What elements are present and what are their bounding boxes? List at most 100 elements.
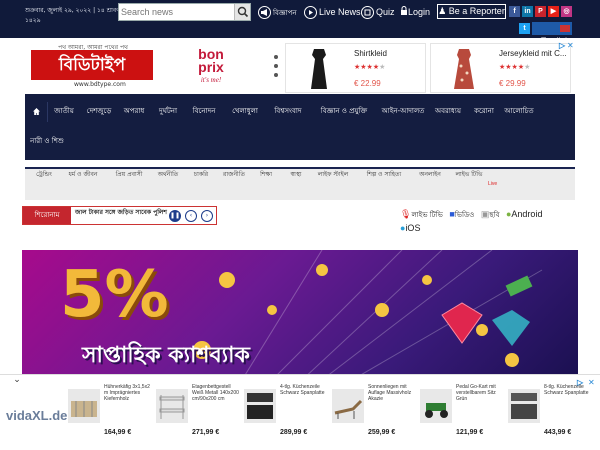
carousel-dot[interactable] [274, 55, 278, 59]
ad-product[interactable]: 4-tlg. Küchenzeile Schwarz Spanplatte 28… [242, 381, 329, 443]
be-a-reporter-button[interactable]: ♟ Be a Reporter [437, 4, 506, 19]
banner-percent: 5% [60, 258, 169, 332]
reporter-label: Be a Reporter [448, 6, 505, 16]
site-logo[interactable]: বিডিটাইপ [31, 50, 153, 80]
nav2-item[interactable]: চাকরি [189, 169, 213, 200]
product-image [508, 389, 540, 423]
search-box[interactable] [118, 3, 251, 21]
flag-icon [560, 25, 570, 33]
search-input[interactable] [121, 5, 233, 19]
nav-item[interactable]: করোনা [469, 94, 499, 128]
android-link[interactable]: ●Android [506, 209, 542, 219]
nav-item[interactable]: দুর্ঘটনা [151, 94, 185, 128]
ad-product-price: 289,99 € [280, 429, 308, 436]
nav2-item[interactable]: লাইভ টিভি [451, 169, 487, 200]
nav-item[interactable]: বিনোদন [187, 94, 221, 128]
ad-product[interactable]: Pedal Go-Kart mit verstellbarem Sitz Grü… [418, 381, 505, 443]
ad-product[interactable]: Etagenbettgestell Weiß Metall 140x200 cm… [154, 381, 241, 443]
youtube-icon[interactable]: ▶ [548, 6, 559, 17]
next-button[interactable]: › [201, 210, 213, 222]
nav-item[interactable]: বিজ্ঞান ও প্রযুক্তি [311, 94, 377, 128]
nav-divider [47, 102, 48, 122]
top-bar: শুক্রবার, জুলাই ২৯, ২০২২ | ১৪ শ্রাবণ ১৪২… [0, 0, 600, 46]
nav-item[interactable]: দেশজুড়ে [81, 94, 117, 128]
secondary-nav: ট্রেন্ডিং ধর্ম ও জীবন প্রিয় প্রবাসী অর্… [25, 167, 575, 200]
instagram-icon[interactable]: ◎ [561, 6, 572, 17]
pause-icon: ❚❚ [170, 212, 181, 219]
facebook-icon[interactable]: f [509, 6, 520, 17]
pinterest-icon[interactable]: P [535, 6, 546, 17]
ios-link[interactable]: ●iOS [400, 223, 420, 233]
photo-link[interactable]: ▣ছবি [481, 209, 500, 219]
nav2-item[interactable]: শিল্প ও সাহিত্য [359, 169, 409, 200]
nav2-item[interactable]: ট্রেন্ডিং [29, 169, 59, 200]
banner-title: সাপ্তাহিক ক্যাশব্যাক [82, 343, 250, 368]
headline-label: শিরোনাম [23, 207, 71, 224]
ad-product[interactable]: Hühnerkäfig 3x1,5x2 m Imprägniertes Kief… [66, 381, 153, 443]
live-news-link[interactable]: Live News [304, 4, 361, 20]
ad-product-name: Hühnerkäfig 3x1,5x2 m Imprägniertes Kief… [104, 384, 150, 402]
product-price: € 22.99 [354, 79, 381, 88]
microphone-icon: 🎙︎ [400, 209, 412, 219]
live-tv-link[interactable]: 🎙︎লাইভ টিভি [400, 209, 443, 219]
video-label: ভিডিও [454, 211, 475, 219]
ad-product-name: Pedal Go-Kart mit verstellbarem Sitz Grü… [456, 384, 496, 402]
nav-item[interactable]: জাতীয় [49, 94, 79, 128]
ad-product-price: 443,99 € [544, 429, 572, 436]
media-links: 🎙︎লাইভ টিভি ■ভিডিও ▣ছবি ●Android ●iOS [400, 209, 542, 233]
carousel-dot[interactable] [274, 73, 278, 77]
nav-item[interactable]: আলোচিত [501, 94, 537, 128]
nav-item[interactable]: আইন-আদালত [379, 94, 427, 128]
nav2-item[interactable]: শিক্ষা [255, 169, 277, 200]
rating-stars: ★★★★★ [354, 63, 386, 71]
ad-product[interactable]: Sonnenliegen mit Auflage Massivholz Akaz… [330, 381, 417, 443]
android-label: Android [511, 209, 543, 219]
english-button[interactable]: English [532, 22, 572, 46]
nav2-item[interactable]: অর্থনীতি [153, 169, 183, 200]
nav2-item[interactable]: ধর্ম ও জীবন [63, 169, 103, 200]
product-card[interactable]: Shirtkleid ★★★★★ € 22.99 [285, 43, 426, 93]
carousel-dot[interactable] [274, 64, 278, 68]
nav2-item[interactable]: অনলাইন [415, 169, 445, 200]
pause-button[interactable]: ❚❚ [169, 210, 181, 222]
nav2-item[interactable]: লাইফ স্টাইল [313, 169, 353, 200]
home-icon [32, 107, 40, 115]
megaphone-icon [258, 6, 271, 20]
ad-link[interactable]: বিজ্ঞাপন [258, 4, 297, 20]
close-ad-icon[interactable]: ✕ [567, 41, 575, 51]
product-image [156, 389, 188, 423]
quiz-link[interactable]: Quiz [361, 4, 395, 20]
bonprix-ad-logo[interactable]: bon prix it's me! [189, 47, 233, 84]
lock-icon [400, 5, 408, 21]
promo-banner[interactable]: 5% সাপ্তাহিক ক্যাশব্যাক [22, 250, 578, 380]
search-button[interactable] [234, 4, 250, 20]
product-image [439, 46, 489, 92]
product-card[interactable]: Jerseykleid mit C... ★★★★★ € 29.99 [430, 43, 571, 93]
prev-button[interactable]: ‹ [185, 210, 197, 222]
product-name: Shirtkleid [354, 49, 387, 58]
nav-item[interactable]: অপরাধ [119, 94, 149, 128]
ad-product-name: Sonnenliegen mit Auflage Massivholz Akaz… [368, 384, 412, 402]
nav-item[interactable]: নারী ও শিশু [27, 128, 67, 154]
nav-item[interactable]: খেলাধুলা [225, 94, 265, 128]
live-tv-label: লাইভ টিভি [411, 211, 443, 219]
vidaxl-logo[interactable]: vidaXL.de [6, 408, 67, 423]
product-image [294, 46, 344, 92]
nav-item[interactable]: বিশ্বসংবাদ [267, 94, 309, 128]
video-link[interactable]: ■ভিডিও [449, 209, 474, 219]
ad-product-name: 8-tlg. Küchenzeile Schwarz Spanplatte [544, 384, 589, 396]
linkedin-icon[interactable]: in [522, 6, 533, 17]
carousel-dots[interactable] [274, 55, 278, 79]
nav2-item[interactable]: রাজনীতি [219, 169, 249, 200]
login-link[interactable]: Login [400, 4, 430, 20]
nav-item[interactable]: অবরাধ্যয় [429, 94, 467, 128]
collapse-ad-icon[interactable]: ⌄ [8, 374, 26, 384]
nav2-item[interactable]: স্বাস্থ্য [283, 169, 309, 200]
product-image [68, 389, 100, 423]
ad-link-label: বিজ্ঞাপন [273, 9, 297, 17]
nav-home[interactable] [25, 94, 47, 128]
headline-text[interactable]: জাল টাকার সঙ্গে জড়িত সাবেক পুলিশ [75, 207, 167, 224]
nav2-item[interactable]: প্রিয় প্রবাসী [109, 169, 149, 200]
ad-product[interactable]: 8-tlg. Küchenzeile Schwarz Spanplatte 44… [506, 381, 593, 443]
twitter-icon[interactable]: t [519, 23, 530, 34]
